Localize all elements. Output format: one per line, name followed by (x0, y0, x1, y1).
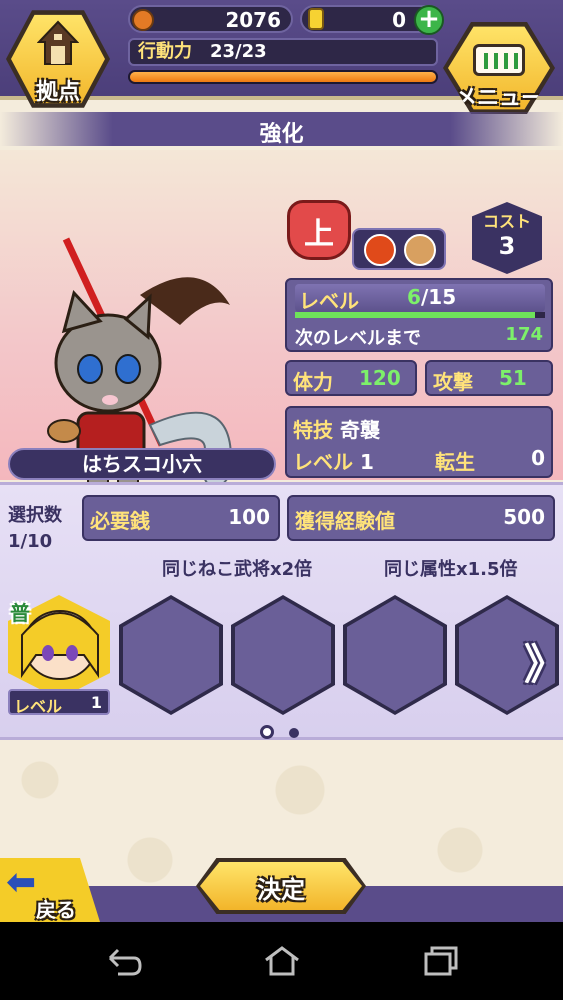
material-slot-3[interactable] (231, 595, 335, 715)
skill-level-value: 1 (359, 450, 374, 474)
confirm-button-label: 決定 (257, 876, 305, 904)
fire-icon (364, 234, 396, 266)
rarity-label: 普 (10, 601, 30, 625)
cost-label: コスト (482, 212, 531, 231)
same-attribute-bonus: 同じ属性x1.5倍 (384, 559, 518, 580)
back-button-label: 戻る (36, 898, 76, 922)
rank-badge: 上 (287, 200, 351, 260)
back-nav-icon[interactable] (104, 944, 144, 978)
level-current: 6 (407, 285, 421, 309)
attack-label: 攻撃 (433, 370, 473, 394)
attack-stat: 攻撃 51 (425, 360, 553, 396)
add-gold-button[interactable]: + (414, 5, 444, 35)
rank-label: 上 (304, 217, 334, 252)
same-general-bonus: 同じねこ武将x2倍 (162, 559, 313, 580)
selection-count: 選択数 1/10 (8, 503, 62, 555)
hp-label: 体力 (293, 370, 333, 394)
next-level-value: 174 (505, 324, 543, 345)
level-panel: レベル 6 /15 次のレベルまで 174 (285, 278, 553, 352)
back-arrow-icon: ⬅ (6, 862, 37, 903)
material-slot-4[interactable] (343, 595, 447, 715)
required-money-value: 100 (228, 505, 270, 529)
action-points: 行動力 23/23 (128, 38, 438, 66)
action-points-bar (128, 70, 438, 84)
rebirth-label: 転生 (435, 450, 475, 474)
game-screen: 拠点 2076 0 + 行動力 23/23 メニュー 強化 上 コスト 3 レベ… (0, 0, 563, 922)
slot-level: レベル 1 (8, 689, 110, 716)
level-max: /15 (421, 285, 457, 309)
house-icon (37, 20, 79, 65)
material-slot-1[interactable]: 普 レベル 1 (8, 595, 110, 716)
level-progress-fill (295, 312, 535, 318)
gold-coin-icon (308, 8, 324, 30)
page-title: 強化 (259, 122, 304, 147)
skill-name: 奇襲 (339, 418, 380, 442)
action-points-bar-fill (130, 72, 436, 82)
action-points-value: 23/23 (210, 41, 267, 62)
required-money-label: 必要銭 (90, 509, 150, 533)
level-progress-bar (295, 312, 545, 318)
slot-level-label: レベル (14, 697, 63, 716)
hp-stat: 体力 120 (285, 360, 417, 396)
next-page-arrow[interactable]: 》 (524, 631, 563, 692)
level-label: レベル (299, 289, 359, 313)
coin-value: 2076 (225, 8, 281, 32)
gold-value: 0 (392, 8, 406, 32)
skill-panel: 特技 奇襲 レベル 1 転生 0 (285, 406, 553, 478)
gained-exp-label: 獲得経験値 (295, 509, 395, 533)
cost-value: 3 (498, 232, 516, 260)
material-slot-2[interactable] (119, 595, 223, 715)
title-ribbon: 強化 (0, 112, 563, 147)
coin-counter: 2076 (128, 5, 293, 33)
cat-coin-icon (132, 9, 154, 31)
skill-level-label: レベル (293, 450, 353, 474)
attack-value: 51 (499, 366, 527, 390)
recent-apps-nav-icon[interactable] (420, 944, 460, 978)
selection-count-value: 1/10 (8, 531, 53, 552)
gained-exp: 獲得経験値 500 (287, 495, 555, 541)
required-money: 必要銭 100 (82, 495, 280, 541)
selection-count-label: 選択数 (8, 505, 62, 526)
page-indicator-1 (260, 725, 274, 739)
rebirth-value: 0 (531, 446, 545, 470)
attribute-box (352, 228, 446, 270)
page-indicator-2 (289, 728, 299, 738)
menu-list-icon (473, 44, 525, 76)
character-area: 上 コスト 3 レベル 6 /15 次のレベルまで 174 体力 120 攻撃 … (0, 150, 563, 492)
action-points-label: 行動力 (138, 41, 192, 62)
material-section: 選択数 1/10 必要銭 100 獲得経験値 500 同じねこ武将x2倍 同じ属… (0, 482, 563, 740)
home-nav-icon[interactable] (262, 944, 302, 978)
gained-exp-value: 500 (503, 505, 545, 529)
slot-level-value: 1 (90, 693, 102, 712)
cost-badge: コスト 3 (472, 202, 542, 274)
character-name: はちスコ小六 (8, 448, 276, 480)
confirm-button[interactable]: 決定 (196, 858, 366, 914)
hp-value: 120 (359, 366, 401, 390)
next-level-label: 次のレベルまで (295, 328, 421, 349)
skill-label: 特技 (293, 418, 333, 442)
system-navigation-bar (0, 922, 563, 1000)
gold-counter: 0 + (300, 5, 444, 35)
claw-icon (404, 234, 436, 266)
